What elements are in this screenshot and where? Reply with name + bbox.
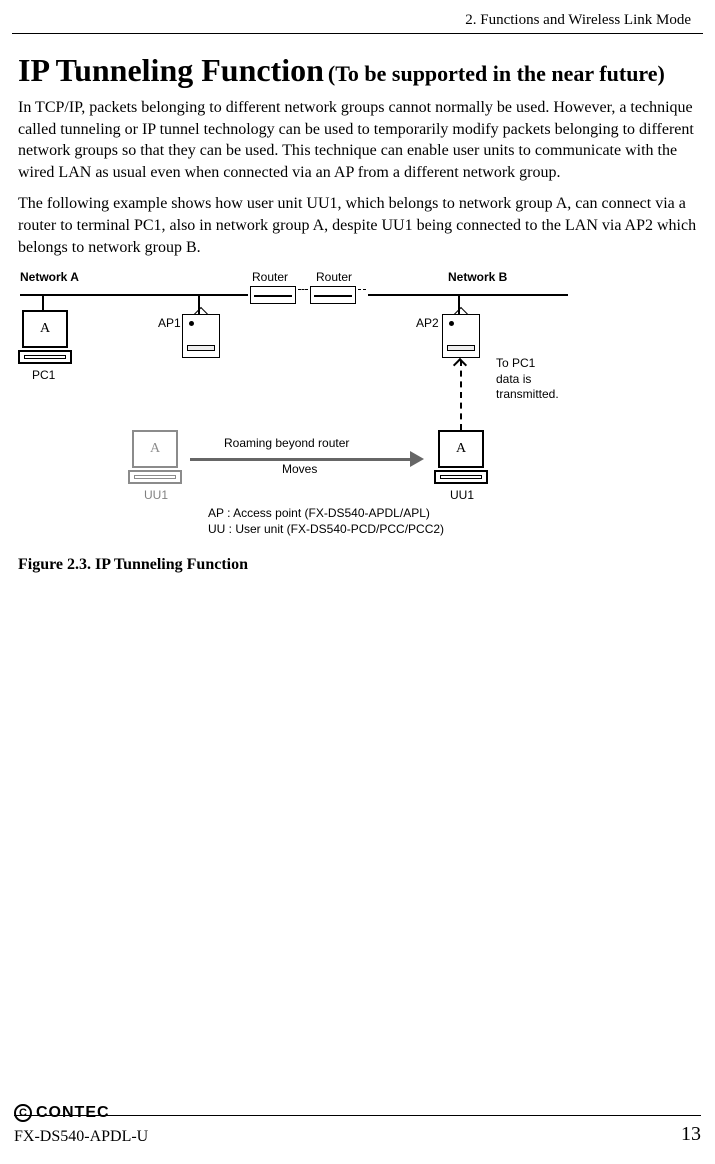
uu1-before-monitor-icon: A	[132, 430, 178, 468]
roaming-label-2: Moves	[282, 462, 317, 476]
page-content: IP Tunneling Function (To be supported i…	[0, 34, 715, 574]
network-b-label: Network B	[448, 270, 507, 284]
uu1-after-base-icon	[434, 470, 488, 484]
router-1-label: Router	[252, 270, 288, 284]
uu1-before-base-icon	[128, 470, 182, 484]
transmit-note: To PC1 data is transmitted.	[496, 356, 559, 403]
pc1-base-icon	[18, 350, 72, 364]
paragraph-1: In TCP/IP, packets belonging to differen…	[18, 97, 701, 183]
uu1-before-label: UU1	[144, 488, 168, 502]
main-title: IP Tunneling Function	[18, 52, 324, 88]
bus-line-b	[368, 294, 568, 296]
router-link-dash-2	[358, 289, 366, 290]
router-2-label: Router	[316, 270, 352, 284]
figure-legend: AP : Access point (FX-DS540-APDL/APL) UU…	[208, 506, 444, 537]
note-line-1: To PC1	[496, 356, 559, 372]
ap1-label: AP1	[158, 316, 181, 330]
move-arrow-head-icon	[410, 451, 424, 467]
paragraph-2: The following example shows how user uni…	[18, 193, 701, 258]
note-line-3: transmitted.	[496, 387, 559, 403]
brand-text: CONTEC	[36, 1104, 110, 1122]
title-line: IP Tunneling Function (To be supported i…	[18, 52, 701, 89]
dashed-arrow-head-icon	[453, 358, 467, 372]
uu1-after-label: UU1	[450, 488, 474, 502]
footer-rule	[14, 1115, 701, 1116]
brand-mark-icon: C	[14, 1104, 32, 1122]
router-2-icon	[310, 286, 356, 304]
roaming-label-1: Roaming beyond router	[224, 436, 349, 450]
note-line-2: data is	[496, 372, 559, 388]
page-footer: FX-DS540-APDL-U 13	[14, 1123, 701, 1146]
ip-tunneling-diagram: Network A Router Router Network B A PC1	[18, 270, 638, 550]
page-header: 2. Functions and Wireless Link Mode	[12, 0, 703, 34]
uu1-after-group-letter: A	[443, 435, 479, 463]
legend-line-1: AP : Access point (FX-DS540-APDL/APL)	[208, 506, 444, 522]
pc1-drop-line	[42, 294, 44, 310]
bus-line-a	[20, 294, 248, 296]
network-a-label: Network A	[20, 270, 79, 284]
subtitle: (To be supported in the near future)	[328, 61, 665, 86]
model-number: FX-DS540-APDL-U	[14, 1128, 148, 1146]
figure-caption: Figure 2.3. IP Tunneling Function	[18, 556, 701, 574]
page-number: 13	[681, 1123, 701, 1146]
ap1-icon	[182, 314, 220, 358]
brand-logo: C CONTEC	[14, 1104, 116, 1122]
legend-line-2: UU : User unit (FX-DS540-PCD/PCC/PCC2)	[208, 522, 444, 538]
uu1-before-group-letter: A	[137, 435, 173, 463]
ap2-label: AP2	[416, 316, 439, 330]
figure-wrap: Network A Router Router Network B A PC1	[18, 270, 701, 574]
section-title: 2. Functions and Wireless Link Mode	[465, 12, 691, 28]
pc1-monitor-icon: A	[22, 310, 68, 348]
pc1-label: PC1	[32, 368, 55, 382]
pc1-group-letter: A	[27, 315, 63, 343]
uu1-after-monitor-icon: A	[438, 430, 484, 468]
router-1-icon	[250, 286, 296, 304]
router-link-dash	[298, 289, 308, 290]
move-arrow-line	[190, 458, 410, 461]
ap2-icon	[442, 314, 480, 358]
